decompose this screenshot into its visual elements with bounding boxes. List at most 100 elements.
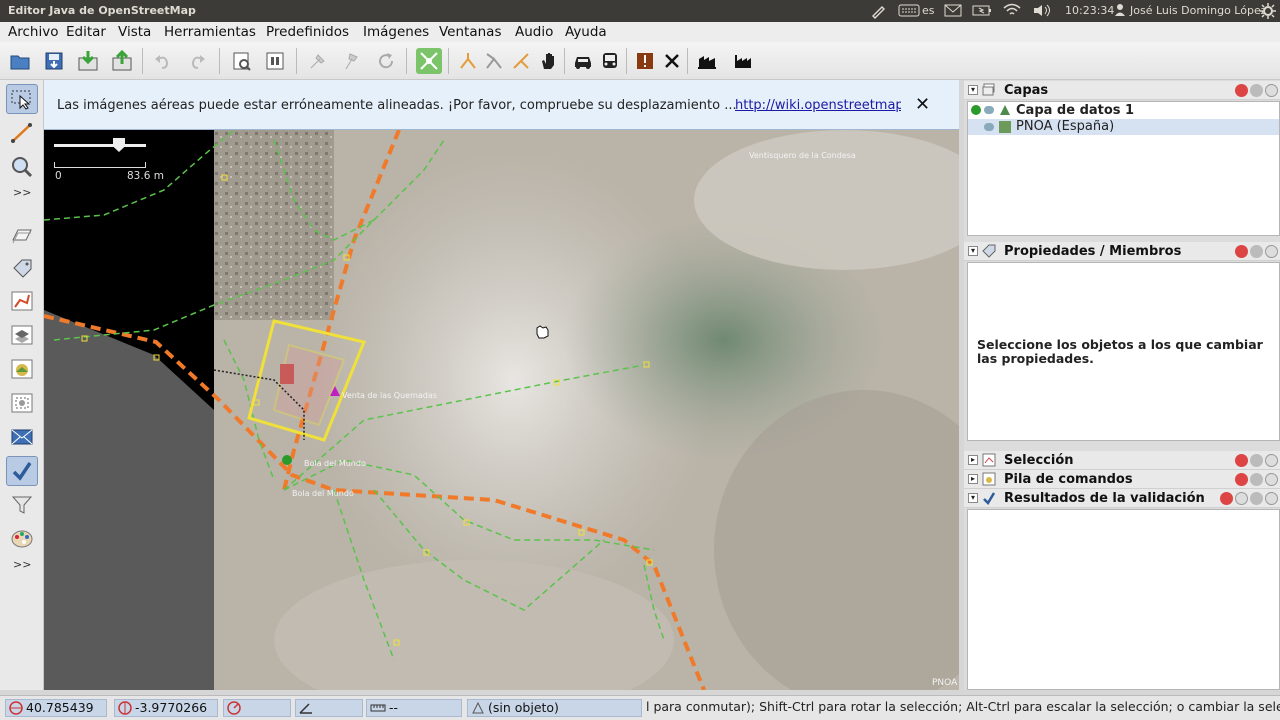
eye-icon[interactable] — [984, 123, 994, 131]
active-layer-icon[interactable] — [971, 105, 981, 115]
settings-panel-icon[interactable] — [1235, 492, 1248, 505]
cross-icon[interactable] — [659, 48, 685, 74]
volume-icon[interactable] — [1032, 3, 1052, 19]
area-icon[interactable] — [6, 220, 38, 250]
properties-panel-header[interactable]: ▾ Propiedades / Miembros — [964, 242, 1280, 261]
minimize-panel-icon[interactable] — [1265, 473, 1278, 486]
eye-icon[interactable] — [984, 106, 994, 114]
user-name[interactable]: José Luis Domingo López — [1130, 3, 1267, 19]
minimize-panel-icon[interactable] — [1265, 84, 1278, 97]
detach-panel-icon[interactable] — [1250, 473, 1263, 486]
collapse-icon[interactable]: ▾ — [968, 85, 978, 95]
close-panel-icon[interactable] — [1235, 84, 1248, 97]
menu-predefinidos[interactable]: Predefinidos — [266, 24, 349, 40]
gear-icon[interactable] — [1260, 3, 1276, 19]
longitude-icon — [118, 701, 132, 715]
close-panel-icon[interactable] — [1235, 473, 1248, 486]
validate-icon[interactable] — [416, 48, 442, 74]
expand-icon[interactable]: ▸ — [968, 474, 978, 484]
map-view[interactable]: Ventisquero de la Condesa Venta de las Q… — [44, 80, 959, 690]
layer-name-imagery[interactable]: PNOA (España) — [1016, 119, 1114, 134]
envelope-icon[interactable] — [6, 422, 38, 452]
menu-imagenes[interactable]: Imágenes — [363, 24, 429, 40]
detach-panel-icon[interactable] — [1250, 84, 1263, 97]
keyboard-layout[interactable]: es — [922, 3, 935, 19]
tag-icon[interactable] — [6, 254, 38, 284]
layer-name-data[interactable]: Capa de datos 1 — [1016, 103, 1134, 118]
expand-icon[interactable]: ▸ — [968, 455, 978, 465]
selection-panel-header[interactable]: ▸ Selección — [964, 451, 1280, 470]
menu-archivo[interactable]: Archivo — [8, 24, 58, 40]
selection-icon — [982, 453, 996, 467]
detach-panel-icon[interactable] — [1250, 245, 1263, 258]
object-icon — [471, 701, 485, 715]
draw-icon[interactable] — [6, 118, 38, 148]
notification-link[interactable]: http://wiki.openstreetmap — [735, 98, 901, 113]
more-tools-button[interactable]: >> — [13, 186, 31, 199]
close-panel-icon[interactable] — [1220, 492, 1233, 505]
menu-vista[interactable]: Vista — [118, 24, 151, 40]
warning-icon[interactable] — [632, 48, 658, 74]
wifi-icon[interactable] — [1002, 3, 1022, 19]
minimize-panel-icon[interactable] — [1265, 492, 1278, 505]
filter-icon[interactable] — [6, 490, 38, 520]
check-icon — [982, 491, 996, 506]
merge-icon[interactable] — [508, 48, 534, 74]
download-icon[interactable] — [75, 48, 101, 74]
menu-audio[interactable]: Audio — [515, 24, 553, 40]
open-icon[interactable] — [7, 48, 33, 74]
preferences-icon[interactable] — [229, 48, 255, 74]
collapse-icon[interactable]: ▾ — [968, 493, 978, 503]
redo-icon[interactable] — [185, 48, 211, 74]
shovel-icon[interactable] — [305, 48, 331, 74]
zoom-slider-handle[interactable] — [113, 138, 125, 152]
pencil-icon[interactable] — [870, 3, 886, 19]
layer-icon[interactable] — [6, 320, 38, 350]
status-help-text: l para conmutar); Shift-Ctrl para rotar … — [646, 699, 1280, 714]
menu-herramientas[interactable]: Herramientas — [164, 24, 256, 40]
factory-icon[interactable] — [730, 48, 756, 74]
save-icon[interactable] — [41, 48, 67, 74]
bus-icon[interactable] — [597, 48, 623, 74]
split-icon[interactable] — [481, 48, 507, 74]
more-tools-button-2[interactable]: >> — [13, 558, 31, 571]
menu-editar[interactable]: Editar — [66, 24, 106, 40]
close-icon[interactable]: ✕ — [915, 94, 930, 115]
layer-row[interactable]: Capa de datos 1 — [968, 102, 1279, 119]
palette-icon[interactable] — [6, 524, 38, 554]
car-icon[interactable] — [570, 48, 596, 74]
undo-icon[interactable] — [149, 48, 175, 74]
detach-panel-icon[interactable] — [1250, 454, 1263, 467]
close-panel-icon[interactable] — [1235, 245, 1248, 258]
commands-panel-header[interactable]: ▸ Pila de comandos — [964, 470, 1280, 489]
layers-panel-header[interactable]: ▾ Capas — [964, 81, 1280, 100]
shape-icon[interactable] — [6, 286, 38, 316]
zoom-slider-track[interactable] — [54, 144, 146, 147]
shovel-alt-icon[interactable] — [339, 48, 365, 74]
battery-icon[interactable] — [972, 3, 992, 19]
buildings-icon[interactable] — [694, 48, 720, 74]
hand-icon[interactable] — [535, 48, 561, 74]
layers-list: Capa de datos 1 PNOA (España) — [967, 101, 1280, 236]
validation-panel-header[interactable]: ▾ Resultados de la validación — [964, 489, 1280, 508]
minimize-panel-icon[interactable] — [1265, 245, 1278, 258]
map-icon[interactable] — [6, 388, 38, 418]
mail-icon[interactable] — [944, 3, 962, 19]
refresh-icon[interactable] — [373, 48, 399, 74]
check-icon[interactable] — [6, 456, 38, 486]
detach-panel-icon[interactable] — [1250, 492, 1263, 505]
zoom-icon[interactable] — [6, 152, 38, 182]
menu-ventanas[interactable]: Ventanas — [439, 24, 501, 40]
clock[interactable]: 10:23:34 — [1065, 3, 1114, 19]
menu-ayuda[interactable]: Ayuda — [565, 24, 607, 40]
photo-icon[interactable] — [6, 354, 38, 384]
junction-icon[interactable] — [455, 48, 481, 74]
minimize-panel-icon[interactable] — [1265, 454, 1278, 467]
select-icon[interactable] — [6, 84, 38, 114]
layer-row[interactable]: PNOA (España) — [968, 119, 1279, 135]
close-panel-icon[interactable] — [1235, 454, 1248, 467]
collapse-icon[interactable]: ▾ — [968, 246, 978, 256]
upload-icon[interactable] — [109, 48, 135, 74]
keyboard-icon[interactable] — [898, 3, 920, 19]
ticket-icon[interactable] — [262, 48, 288, 74]
